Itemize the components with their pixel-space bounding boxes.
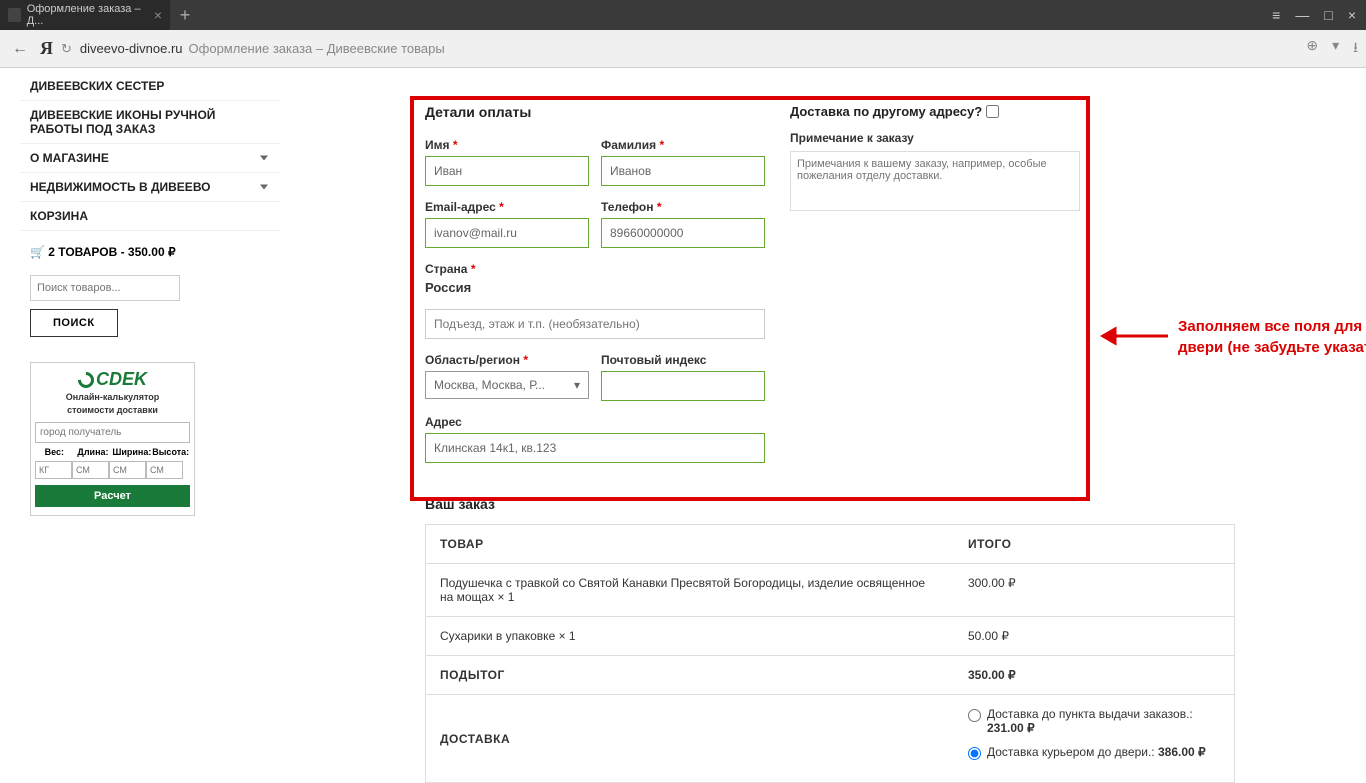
order-item-row: Сухарики в упаковке × 1 50.00 ₽ <box>426 617 1234 656</box>
order-head-total: ИТОГО <box>954 525 1234 563</box>
ship-different-label: Доставка по другому адресу? <box>790 104 1080 119</box>
cdek-subtitle1: Онлайн-калькулятор <box>35 392 190 403</box>
delivery-radio-pickup[interactable] <box>968 709 981 722</box>
window-menu-icon[interactable]: ≡ <box>1272 7 1280 23</box>
main-area: Детали оплаты Доставка по другому адресу… <box>280 68 1366 768</box>
billing-title: Детали оплаты <box>425 104 775 120</box>
cdek-widget: CDEK Онлайн-калькулятор стоимости достав… <box>30 362 195 516</box>
fname-input[interactable] <box>425 156 589 186</box>
order-item-name: Сухарики в упаковке × 1 <box>426 617 954 655</box>
order-subtotal: 350.00 ₽ <box>954 656 1234 694</box>
fname-label: Имя * <box>425 138 589 152</box>
annotation-text: Заполняем все поля для доставки курьером… <box>1178 316 1366 358</box>
sidebar-item-cart[interactable]: КОРЗИНА <box>20 202 280 231</box>
cdek-brand: CDEK <box>96 369 147 390</box>
sidebar-item-about[interactable]: О МАГАЗИНЕ <box>20 144 280 173</box>
lname-input[interactable] <box>601 156 765 186</box>
sidebar-item-icons[interactable]: ДИВЕЕВСКИЕ ИКОНЫ РУЧНОЙ РАБОТЫ ПОД ЗАКАЗ <box>20 101 280 144</box>
delivery-radio-courier[interactable] <box>968 747 981 760</box>
email-input[interactable] <box>425 218 589 248</box>
cdek-height-input[interactable] <box>146 461 183 479</box>
new-tab-button[interactable]: + <box>170 5 200 26</box>
window-maximize-icon[interactable]: □ <box>1324 7 1332 23</box>
phone-input[interactable] <box>601 218 765 248</box>
annotation: Заполняем все поля для доставки курьером… <box>1100 316 1366 358</box>
delivery-option-courier[interactable]: Доставка курьером до двери.: 386.00 ₽ <box>968 745 1220 760</box>
order-delivery-label: ДОСТАВКА <box>426 695 954 782</box>
yandex-logo[interactable]: Я <box>40 38 53 59</box>
country-value: Россия <box>425 280 765 295</box>
order-note-textarea[interactable] <box>790 151 1080 211</box>
order-table: ТОВАР ИТОГО Подушечка с травкой со Свято… <box>425 524 1235 783</box>
close-tab-icon[interactable]: × <box>154 7 162 23</box>
cdek-city-input[interactable] <box>35 422 190 443</box>
cdek-logo: CDEK <box>35 369 190 390</box>
order-item-total: 300.00 ₽ <box>954 564 1234 616</box>
cdek-width-input[interactable] <box>109 461 146 479</box>
cdek-subtitle2: стоимости доставки <box>35 405 190 416</box>
sidebar-item-sisters[interactable]: ДИВЕЕВСКИХ СЕСТЕР <box>20 72 280 101</box>
postcode-label: Почтовый индекс <box>601 353 765 367</box>
downloads-icon[interactable]: ⭳ <box>1353 37 1358 61</box>
cdek-circle-icon <box>75 368 98 391</box>
phone-label: Телефон * <box>601 200 765 214</box>
country-label: Страна * <box>425 262 765 276</box>
order-title: Ваш заказ <box>425 496 1235 512</box>
window-minimize-icon[interactable]: — <box>1295 7 1309 23</box>
delivery-option-pickup[interactable]: Доставка до пункта выдачи заказов.: 231.… <box>968 707 1220 735</box>
cdek-calculate-button[interactable]: Расчет <box>35 485 190 507</box>
cdek-length-label: Длина: <box>74 447 113 457</box>
address-input[interactable] <box>425 433 765 463</box>
region-label: Область/регион * <box>425 353 589 367</box>
order-subtotal-label: ПОДЫТОГ <box>426 656 954 694</box>
url-page-title: Оформление заказа – Дивеевские товары <box>189 41 445 56</box>
email-label: Email-адрес * <box>425 200 589 214</box>
cdek-width-label: Ширина: <box>112 447 151 457</box>
url-input[interactable]: diveevo-divnoe.ru Оформление заказа – Ди… <box>80 41 1298 56</box>
search-button[interactable]: ПОИСК <box>30 309 118 337</box>
page-content: ДИВЕЕВСКИХ СЕСТЕР ДИВЕЕВСКИЕ ИКОНЫ РУЧНО… <box>0 68 1366 768</box>
site-icon <box>8 8 21 22</box>
order-head-product: ТОВАР <box>426 525 954 563</box>
cart-icon: 🛒 <box>30 245 45 259</box>
order-item-total: 50.00 ₽ <box>954 617 1234 655</box>
postcode-input[interactable] <box>601 371 765 401</box>
address-bar: ← Я ↻ diveevo-divnoe.ru Оформление заказ… <box>0 30 1366 68</box>
cdek-weight-input[interactable] <box>35 461 72 479</box>
address2-input[interactable] <box>425 309 765 339</box>
browser-tab[interactable]: Оформление заказа – Д... × <box>0 0 170 30</box>
order-note-label: Примечание к заказу <box>790 131 1080 145</box>
order-item-row: Подушечка с травкой со Святой Канавки Пр… <box>426 564 1234 617</box>
window-close-icon[interactable]: × <box>1348 7 1356 23</box>
cart-summary[interactable]: 🛒 2 ТОВАРОВ - 350.00 ₽ <box>20 235 280 269</box>
address-label: Адрес <box>425 415 765 429</box>
tab-title: Оформление заказа – Д... <box>27 3 148 27</box>
annotation-arrow-icon <box>1100 321 1170 354</box>
ship-different-checkbox[interactable] <box>986 105 999 118</box>
order-item-name: Подушечка с травкой со Святой Канавки Пр… <box>426 564 954 616</box>
region-select[interactable]: Москва, Москва, Р... <box>425 371 589 399</box>
browser-tab-bar: Оформление заказа – Д... × + ≡ — □ × <box>0 0 1366 30</box>
url-domain: diveevo-divnoe.ru <box>80 41 183 56</box>
cart-summary-text: 2 ТОВАРОВ - 350.00 ₽ <box>48 245 175 259</box>
nav-back-icon[interactable]: ← <box>8 37 32 61</box>
cdek-height-label: Высота: <box>151 447 190 457</box>
cdek-weight-label: Вес: <box>35 447 74 457</box>
bookmark-icon[interactable]: ▾ <box>1332 37 1339 61</box>
lname-label: Фамилия * <box>601 138 765 152</box>
cdek-length-input[interactable] <box>72 461 109 479</box>
reload-icon[interactable]: ↻ <box>61 41 72 57</box>
zoom-icon[interactable]: ⊕ <box>1306 37 1318 61</box>
search-input[interactable] <box>30 275 180 301</box>
sidebar-item-realestate[interactable]: НЕДВИЖИМОСТЬ В ДИВЕЕВО <box>20 173 280 202</box>
sidebar: ДИВЕЕВСКИХ СЕСТЕР ДИВЕЕВСКИЕ ИКОНЫ РУЧНО… <box>0 68 280 768</box>
